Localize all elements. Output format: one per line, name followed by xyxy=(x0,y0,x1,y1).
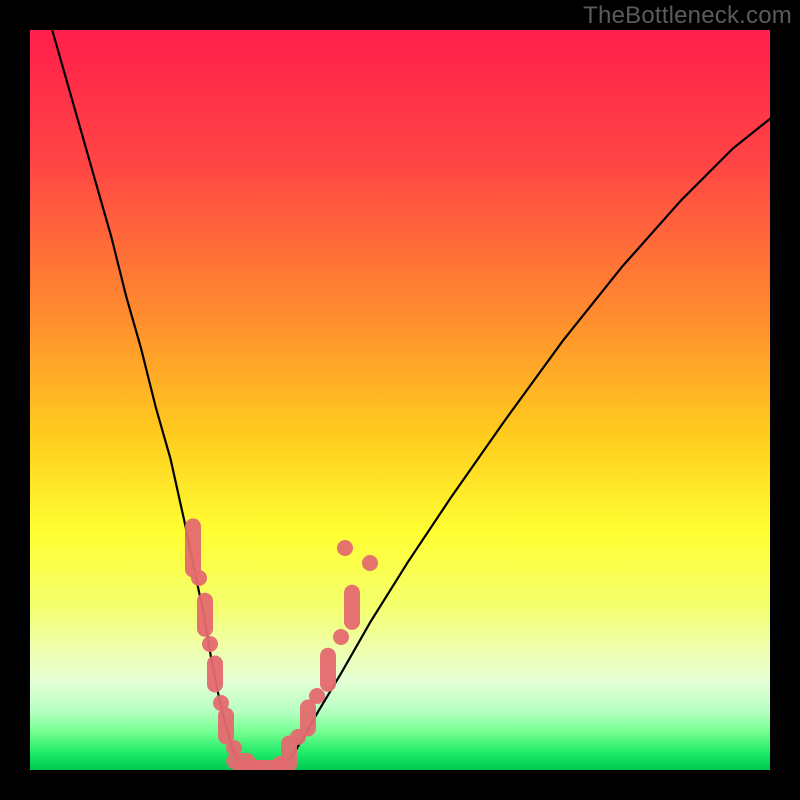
sample-marker xyxy=(362,555,378,571)
plot-area xyxy=(30,30,770,770)
sample-marker xyxy=(344,585,360,629)
sample-marker xyxy=(337,540,353,556)
sample-marker xyxy=(333,629,349,645)
sample-marker xyxy=(197,592,213,636)
sample-marker xyxy=(320,648,336,692)
attribution-text: TheBottleneck.com xyxy=(583,2,792,30)
sample-marker xyxy=(207,655,223,692)
sample-marker xyxy=(300,700,316,737)
sample-marker xyxy=(191,570,207,586)
chart-frame: TheBottleneck.com xyxy=(0,0,800,800)
curve-layer xyxy=(30,30,770,770)
sample-marker xyxy=(218,707,234,744)
sample-marker xyxy=(202,636,218,652)
bottleneck-curve xyxy=(52,30,770,770)
